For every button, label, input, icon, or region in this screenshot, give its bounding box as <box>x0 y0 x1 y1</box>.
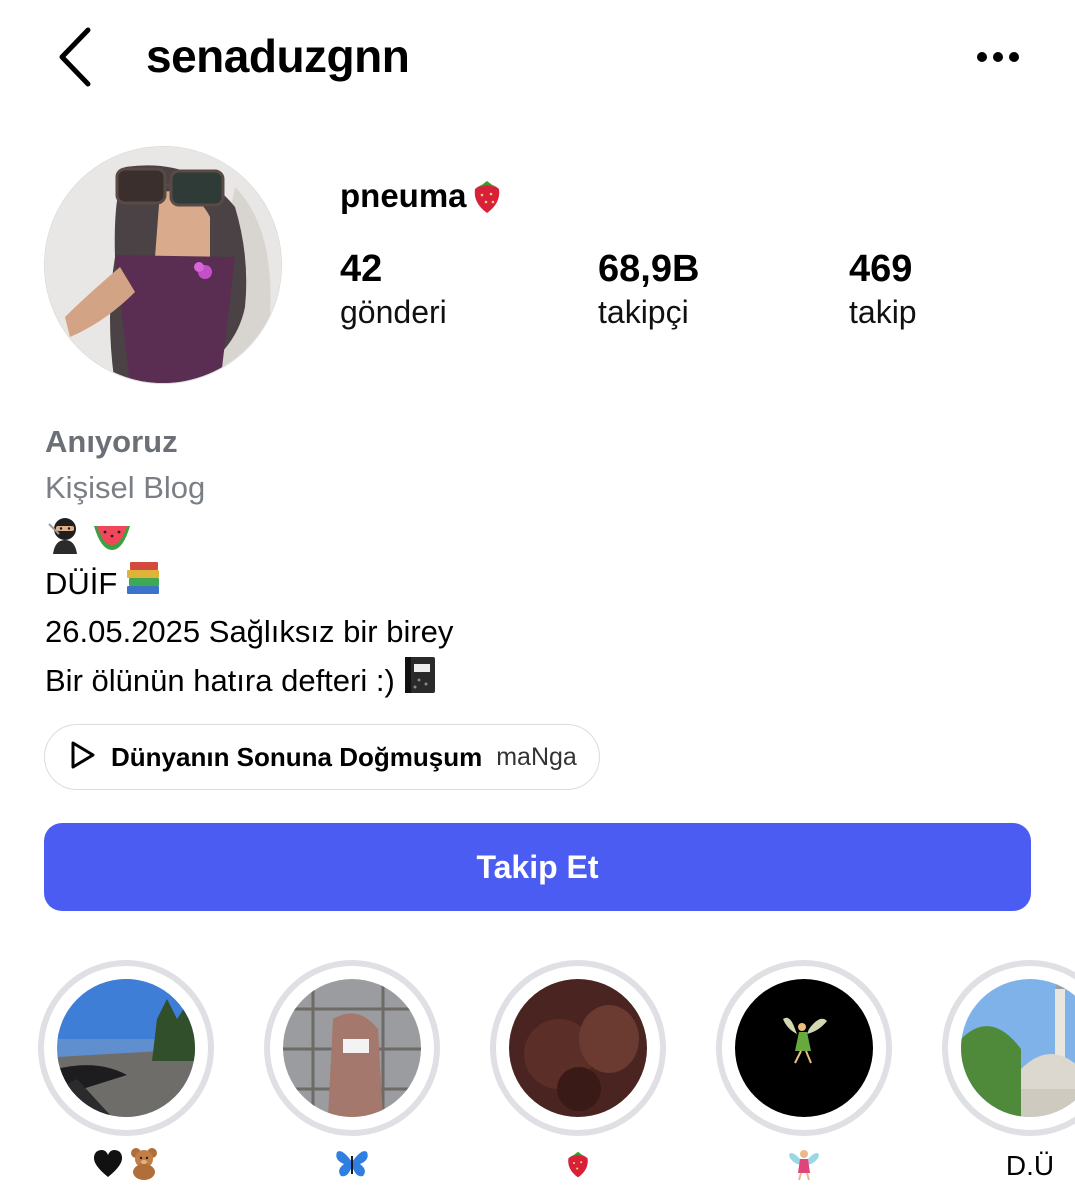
bio-line-3: 26.05.2025 Sağlıksız bir birey <box>45 614 454 649</box>
bio-line-2-text: DÜİF <box>45 566 118 601</box>
highlight-thumbnail <box>961 979 1075 1117</box>
bio-category: Kişisel Blog <box>45 470 206 505</box>
teddy-bear-icon <box>127 1146 161 1187</box>
butterfly-icon <box>334 1146 370 1187</box>
back-button[interactable] <box>52 24 102 90</box>
strawberry-icon <box>467 177 507 214</box>
highlight-ring <box>490 960 666 1136</box>
highlight-caption <box>38 1146 214 1187</box>
stat-followers-count: 68,9B <box>598 248 700 290</box>
fairy-icon <box>787 1145 821 1188</box>
bio-line-4-text: Bir ölünün hatıra defteri :) <box>45 663 395 698</box>
notebook-icon <box>401 654 439 708</box>
stat-followers-label: takipçi <box>598 294 689 330</box>
highlight-caption-text: D.Ü <box>1005 1150 1055 1181</box>
story-highlight[interactable] <box>264 960 440 1184</box>
highlight-caption <box>264 1148 440 1184</box>
profile-bio: Anıyoruz Kişisel Blog DÜİF 26.05.2025 Sa… <box>45 420 1045 708</box>
story-highlight[interactable] <box>716 960 892 1184</box>
highlight-ring <box>38 960 214 1136</box>
more-horizontal-icon <box>977 52 1019 62</box>
highlight-thumbnail <box>509 979 647 1117</box>
story-highlight[interactable] <box>490 960 666 1184</box>
display-name-text: pneuma <box>340 177 467 214</box>
ninja-icon <box>45 514 85 559</box>
bio-line-4: Bir ölünün hatıra defteri :) <box>45 654 1045 708</box>
black-heart-icon <box>91 1147 125 1186</box>
stat-posts-label: gönderi <box>340 294 447 330</box>
highlight-thumbnail <box>283 979 421 1117</box>
stat-following[interactable]: 469 takip <box>849 246 917 332</box>
highlight-ring <box>716 960 892 1136</box>
highlight-ring <box>942 960 1075 1136</box>
stat-followers[interactable]: 68,9B takipçi <box>598 246 699 332</box>
profile-username: senaduzgnn <box>146 30 410 82</box>
highlight-caption <box>490 1148 666 1184</box>
play-icon <box>67 739 97 776</box>
highlight-caption <box>716 1148 892 1184</box>
chevron-left-icon <box>59 27 91 87</box>
watermelon-icon <box>91 514 133 559</box>
stat-posts-count: 42 <box>340 248 383 290</box>
bio-name: Anıyoruz <box>45 424 178 459</box>
bio-line-2: DÜİF <box>45 558 1045 610</box>
bio-emoji-line <box>45 514 1045 558</box>
display-name: pneuma <box>340 174 507 218</box>
stat-posts[interactable]: 42 gönderi <box>340 246 447 332</box>
top-bar: senaduzgnn <box>0 0 1075 115</box>
highlight-caption: D.Ü <box>942 1148 1075 1184</box>
books-icon <box>123 558 163 610</box>
highlight-thumbnail <box>57 979 195 1117</box>
story-highlight[interactable]: D.Ü <box>942 960 1075 1184</box>
follow-button[interactable]: Takip Et <box>44 823 1031 911</box>
profile-avatar[interactable] <box>44 146 282 384</box>
story-highlight[interactable] <box>38 960 214 1184</box>
highlight-thumbnail <box>735 979 873 1117</box>
stat-following-label: takip <box>849 294 917 330</box>
highlight-ring <box>264 960 440 1136</box>
music-song-title: Dünyanın Sonuna Doğmuşum <box>111 741 483 772</box>
strawberry-icon <box>562 1146 594 1187</box>
profile-music[interactable]: Dünyanın Sonuna Doğmuşum maNga <box>44 724 600 790</box>
more-options-button[interactable] <box>970 40 1026 74</box>
music-artist: maNga <box>496 742 577 771</box>
stat-following-count: 469 <box>849 248 913 290</box>
